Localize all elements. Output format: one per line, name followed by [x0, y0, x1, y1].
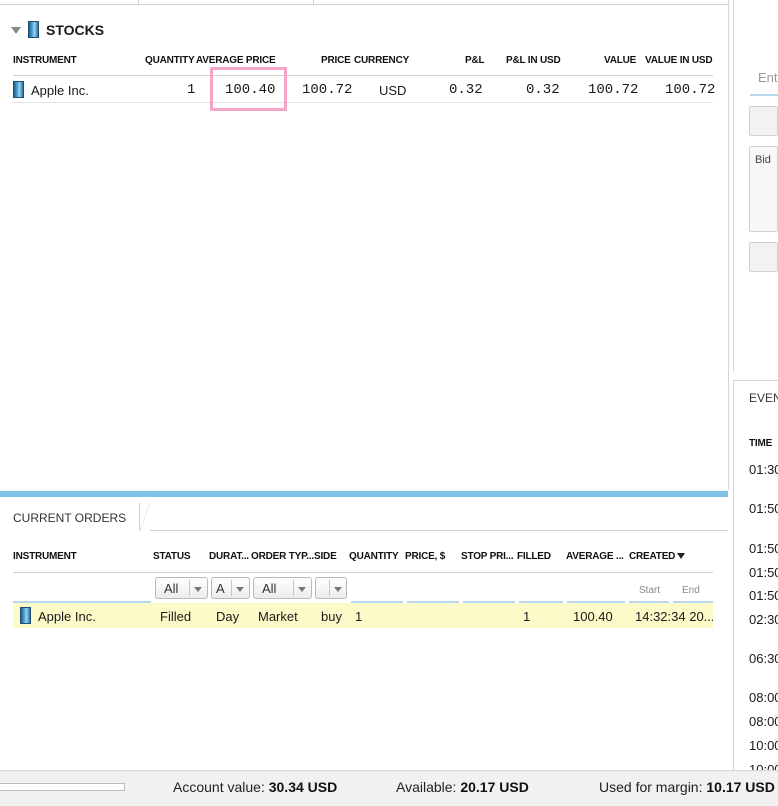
stock-currency: USD	[379, 83, 407, 98]
order-instrument[interactable]: Apple Inc.	[38, 609, 96, 624]
ocol-stop-price[interactable]: STOP PRI...	[461, 551, 514, 562]
stock-instrument[interactable]: Apple Inc.	[31, 83, 89, 98]
order-side: buy	[321, 609, 342, 624]
order-duration: Day	[216, 609, 240, 624]
chevron-down-icon	[334, 587, 342, 592]
ocol-order-type[interactable]: ORDER TYP...	[251, 551, 314, 562]
tab-corner	[140, 503, 150, 531]
stocks-icon	[28, 21, 39, 38]
order-created: 14:32:34 20...	[635, 609, 713, 624]
col-instrument[interactable]: INSTRUMENT	[13, 55, 77, 66]
ocol-quantity[interactable]: QUANTITY	[349, 551, 399, 562]
instrument-icon	[20, 607, 31, 624]
ocol-duration[interactable]: DURAT...	[209, 551, 249, 562]
filter-status-select[interactable]: All	[155, 577, 208, 599]
panel-splitter[interactable]	[0, 491, 728, 497]
ocol-price[interactable]: PRICE, $	[405, 551, 445, 562]
order-status: Filled	[160, 609, 192, 624]
filter-side-select[interactable]	[315, 577, 347, 599]
row-divider	[13, 102, 713, 103]
col-price[interactable]: PRICE	[321, 55, 351, 66]
col-currency[interactable]: CURRENCY	[354, 55, 409, 66]
action-button-1[interactable]	[749, 106, 778, 136]
collapse-arrow-icon[interactable]	[11, 27, 21, 34]
tab-current-orders[interactable]: CURRENT ORDERS	[0, 503, 140, 531]
order-average: 100.40	[573, 609, 613, 624]
sort-desc-icon[interactable]	[677, 553, 685, 559]
event-time: 08:00	[749, 690, 778, 705]
chevron-down-icon	[194, 587, 202, 592]
orders-tab-line	[150, 530, 728, 531]
event-time: 01:50	[749, 588, 778, 603]
filter-created-end[interactable]: End	[682, 585, 700, 596]
ocol-instrument[interactable]: INSTRUMENT	[13, 551, 77, 562]
account-value: Account value: 30.34 USD	[173, 779, 338, 795]
stock-value-usd: 100.72	[665, 82, 716, 98]
col-value[interactable]: VALUE	[604, 55, 636, 66]
search-input[interactable]: Ent	[750, 62, 778, 96]
ocol-filled[interactable]: FILLED	[517, 551, 551, 562]
col-pnl-usd[interactable]: P&L IN USD	[506, 55, 561, 66]
stocks-panel	[0, 0, 729, 490]
instrument-icon	[13, 81, 24, 98]
stock-price: 100.72	[302, 82, 353, 98]
order-quantity: 1	[355, 609, 363, 624]
top-tab-strip	[0, 0, 728, 5]
ocol-average[interactable]: AVERAGE ...	[566, 551, 624, 562]
event-time: 08:00	[749, 714, 778, 729]
event-time: 01:50	[749, 565, 778, 580]
orders-header-divider	[13, 572, 713, 573]
time-header[interactable]: TIME	[749, 438, 772, 449]
ocol-created[interactable]: CREATED	[629, 551, 675, 562]
event-time: 01:50	[749, 501, 778, 516]
available-funds: Available: 20.17 USD	[396, 779, 529, 795]
action-button-2[interactable]	[749, 242, 778, 272]
filter-duration-select[interactable]: A	[211, 577, 250, 599]
col-value-usd[interactable]: VALUE IN USD	[645, 55, 713, 66]
stock-value: 100.72	[588, 82, 639, 98]
event-time: 01:30	[749, 462, 778, 477]
filter-order-type-select[interactable]: All	[253, 577, 312, 599]
stock-pnl: 0.32	[449, 82, 483, 98]
order-filled: 1	[523, 609, 531, 624]
event-time: 01:50	[749, 541, 778, 556]
events-title: EVEN	[749, 391, 778, 405]
stocks-title: STOCKS	[46, 22, 105, 38]
event-time: 06:30	[749, 651, 778, 666]
stock-pnl-usd: 0.32	[526, 82, 560, 98]
ocol-status[interactable]: STATUS	[153, 551, 191, 562]
col-average-price[interactable]: AVERAGE PRICE	[196, 55, 276, 66]
bid-box[interactable]: Bid	[749, 146, 778, 232]
col-quantity[interactable]: QUANTITY	[145, 55, 195, 66]
stock-quantity: 1	[187, 82, 196, 98]
col-pnl[interactable]: P&L	[465, 55, 485, 66]
event-time: 10:00	[749, 738, 778, 753]
header-divider	[13, 75, 713, 76]
filter-created-start[interactable]: Start	[639, 585, 660, 596]
used-for-margin: Used for margin: 10.17 USD	[599, 779, 775, 795]
order-type: Market	[258, 609, 298, 624]
highlight-box	[210, 67, 287, 111]
chevron-down-icon	[298, 587, 306, 592]
progress-bar	[0, 783, 125, 791]
top-tab[interactable]	[138, 0, 314, 4]
ocol-side[interactable]: SIDE	[314, 551, 337, 562]
event-time: 02:30	[749, 612, 778, 627]
tab-current-orders-label: CURRENT ORDERS	[13, 511, 127, 525]
chevron-down-icon	[236, 587, 244, 592]
